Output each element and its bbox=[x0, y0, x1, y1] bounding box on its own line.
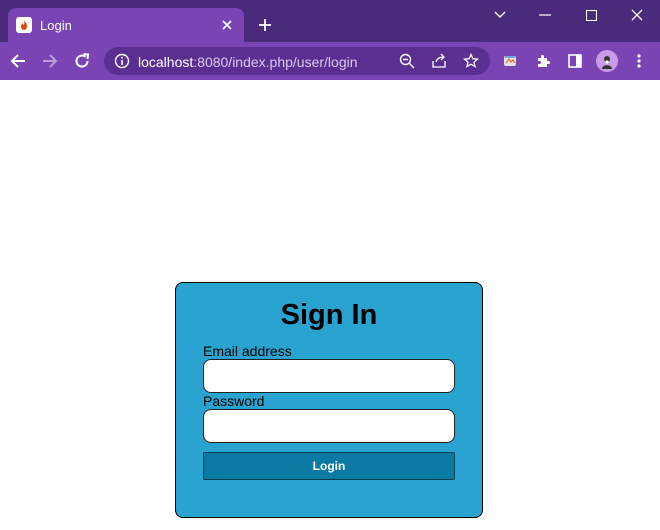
minimize-window-icon[interactable] bbox=[522, 0, 568, 30]
reload-icon[interactable] bbox=[67, 46, 97, 76]
extensions-puzzle-icon[interactable] bbox=[528, 46, 558, 76]
page-content: Sign In Email address Password Login bbox=[0, 80, 660, 530]
maximize-window-icon[interactable] bbox=[568, 0, 614, 30]
tab-title: Login bbox=[40, 18, 72, 33]
site-info-icon[interactable] bbox=[114, 53, 130, 69]
zoom-magnifier-icon[interactable] bbox=[398, 52, 416, 70]
url-host: localhost bbox=[138, 54, 194, 70]
bookmark-star-icon[interactable] bbox=[462, 52, 480, 70]
password-label: Password bbox=[203, 393, 265, 409]
side-panel-icon[interactable] bbox=[560, 46, 590, 76]
close-tab-icon[interactable] bbox=[218, 16, 236, 34]
browser-tab-active[interactable]: Login bbox=[8, 8, 244, 42]
tab-search-chevron-down-icon[interactable] bbox=[477, 0, 523, 30]
profile-avatar[interactable] bbox=[596, 50, 618, 72]
back-arrow-icon[interactable] bbox=[3, 46, 33, 76]
browser-toolbar: localhost:8080/index.php/user/login bbox=[0, 42, 660, 80]
address-bar[interactable]: localhost:8080/index.php/user/login bbox=[104, 47, 490, 75]
browser-title-bar: Login bbox=[0, 0, 660, 42]
password-field[interactable] bbox=[203, 409, 455, 443]
new-tab-button[interactable] bbox=[254, 14, 276, 36]
login-card: Sign In Email address Password Login bbox=[175, 282, 483, 518]
codeigniter-flame-icon bbox=[16, 17, 32, 33]
page-title: Sign In bbox=[280, 299, 378, 331]
url-text[interactable]: localhost:8080/index.php/user/login bbox=[138, 54, 358, 70]
url-path: :8080/index.php/user/login bbox=[193, 54, 358, 70]
close-window-icon[interactable] bbox=[614, 0, 660, 30]
forward-arrow-icon[interactable] bbox=[35, 46, 65, 76]
login-button[interactable]: Login bbox=[203, 452, 455, 480]
email-label: Email address bbox=[203, 343, 292, 359]
browser-menu-kebab-icon[interactable] bbox=[624, 46, 654, 76]
email-field[interactable] bbox=[203, 359, 455, 393]
extension-app-icon[interactable] bbox=[495, 46, 525, 76]
share-icon[interactable] bbox=[430, 52, 448, 70]
